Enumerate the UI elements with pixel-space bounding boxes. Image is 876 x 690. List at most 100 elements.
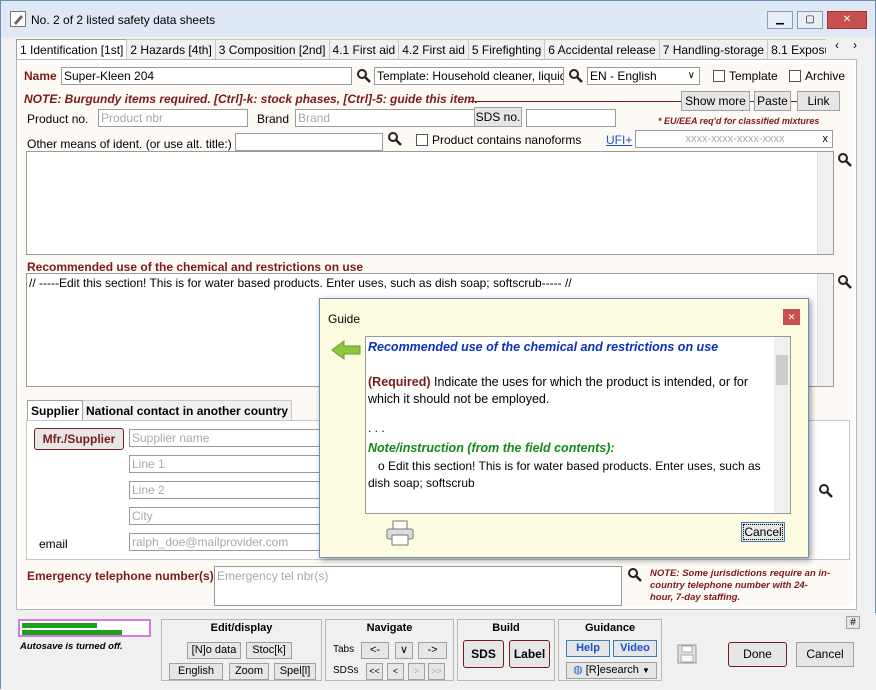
video-button[interactable]: Video <box>613 640 657 657</box>
supplier-zoom-icon[interactable] <box>818 483 834 499</box>
emergency-phone-label: Emergency telephone number(s) <box>27 569 214 583</box>
done-button[interactable]: Done <box>728 642 787 667</box>
minimize-button[interactable]: ▁ <box>767 11 793 29</box>
language-value: EN - English <box>590 69 657 83</box>
supplier-name-input[interactable]: Supplier name <box>129 429 324 447</box>
language-select[interactable]: EN - English ∨ <box>587 67 700 85</box>
paste-button[interactable]: Paste <box>754 91 791 111</box>
guide-scrollbar[interactable] <box>774 337 790 513</box>
tab-supplier[interactable]: Supplier <box>27 400 84 420</box>
chevron-down-icon: ∨ <box>687 70 695 81</box>
guide-content: Recommended use of the chemical and rest… <box>365 336 791 514</box>
research-label: [R]esearch <box>585 664 639 676</box>
template-checkbox[interactable] <box>713 70 725 82</box>
supplier-line1-input[interactable]: Line 1 <box>129 455 324 473</box>
name-zoom-icon[interactable] <box>356 68 372 84</box>
alt-titles-zoom-icon[interactable] <box>837 152 853 168</box>
brand-input[interactable]: Brand <box>295 109 485 127</box>
ufi-link[interactable]: UFI+ <box>606 133 632 147</box>
tab-6[interactable]: 5 Firefighting <box>467 39 546 59</box>
guidance-title: Guidance <box>584 622 636 634</box>
recommended-use-zoom-icon[interactable] <box>837 274 853 290</box>
sdss-nav-label: SDSs <box>333 665 359 676</box>
tab-1[interactable]: 1 Identification [1st] <box>16 39 128 59</box>
alt-titles-scrollbar[interactable] <box>817 152 833 254</box>
guide-cancel-button[interactable]: Cancel <box>741 522 785 542</box>
ufi-clear-button[interactable]: x <box>823 131 829 147</box>
back-arrow-icon[interactable] <box>330 339 362 361</box>
sds-no-button[interactable]: SDS no. <box>474 107 522 127</box>
bottom-toolbar: Autosave is turned off. Edit/display [N]… <box>1 613 876 690</box>
guide-note-heading: Note/instruction (from the field content… <box>368 441 615 455</box>
sds-prev-button[interactable]: < <box>387 663 404 680</box>
sds-last-button[interactable]: >> <box>428 663 445 680</box>
maximize-button[interactable]: ▢ <box>797 11 823 29</box>
guidance-group: Guidance Help Video ◍ [R]esearch ▼ <box>558 619 662 681</box>
tab-national-contact[interactable]: National contact in another country <box>82 400 293 420</box>
save-disk-icon[interactable] <box>677 644 697 664</box>
tab-3[interactable]: 3 Composition [2nd] <box>214 39 330 59</box>
research-button[interactable]: ◍ [R]esearch ▼ <box>566 662 657 679</box>
navigate-title: Navigate <box>366 622 413 634</box>
archive-checkbox[interactable] <box>789 70 801 82</box>
emergency-zoom-icon[interactable] <box>627 567 643 583</box>
guide-note-text: o Edit this section! This is for water b… <box>368 459 761 490</box>
help-button[interactable]: Help <box>566 640 610 657</box>
build-sds-button[interactable]: SDS <box>463 640 504 668</box>
tab-scroll-right-icon[interactable]: › <box>853 38 857 52</box>
english-button[interactable]: English <box>169 663 223 680</box>
email-input[interactable]: ralph_doe@mailprovider.com <box>129 533 324 551</box>
tab-down-button[interactable]: ∨ <box>395 642 413 659</box>
alt-titles-area[interactable] <box>26 151 834 255</box>
hash-button[interactable]: # <box>846 616 860 629</box>
main-window: No. 2 of 2 listed safety data sheets ▁ ▢… <box>0 0 876 690</box>
tab-2[interactable]: 2 Hazards [4th] <box>126 39 216 59</box>
guide-dialog: Guide ✕ Recommended use of the chemical … <box>319 298 809 558</box>
autosave-status: Autosave is turned off. <box>20 641 123 652</box>
supplier-tab-strip: Supplier National contact in another coun… <box>27 400 293 420</box>
tab-9[interactable]: 8.1 Exposu <box>767 39 826 59</box>
tab-prev-button[interactable]: <- <box>361 642 389 659</box>
tab-7[interactable]: 6 Accidental release <box>544 39 660 59</box>
close-button[interactable]: ✕ <box>827 11 867 29</box>
build-title: Build <box>492 622 520 634</box>
name-input[interactable]: Super-Kleen 204 <box>61 67 352 85</box>
mfr-supplier-button[interactable]: Mfr./Supplier <box>34 428 124 450</box>
no-data-button[interactable]: [N]o data <box>187 642 241 659</box>
tab-next-button[interactable]: -> <box>418 642 447 659</box>
cancel-button[interactable]: Cancel <box>796 642 854 667</box>
guide-heading: Recommended use of the chemical and rest… <box>368 340 719 354</box>
printer-icon[interactable] <box>385 519 415 547</box>
show-more-button[interactable]: Show more <box>681 91 750 111</box>
spell-button[interactable]: Spel[l] <box>274 663 316 680</box>
guide-ellipsis: . . . <box>368 421 385 435</box>
sds-first-button[interactable]: << <box>366 663 383 680</box>
product-no-input[interactable]: Product nbr <box>98 109 248 127</box>
emergency-phone-input[interactable]: Emergency tel nbr(s) <box>214 566 622 606</box>
tab-8[interactable]: 7 Handling-storage <box>658 39 769 59</box>
guide-close-button[interactable]: ✕ <box>783 309 800 325</box>
app-icon <box>10 11 26 27</box>
tab-scroll-left-icon[interactable]: ‹ <box>835 38 839 52</box>
tab-4[interactable]: 4.1 First aid <box>328 39 400 59</box>
template-zoom-icon[interactable] <box>568 68 584 84</box>
window-title: No. 2 of 2 listed safety data sheets <box>31 13 216 27</box>
stock-button[interactable]: Stoc[k] <box>246 642 292 659</box>
guide-scroll-thumb[interactable] <box>776 355 788 385</box>
alt-title-input[interactable] <box>235 133 383 151</box>
template-input[interactable]: Template: Household cleaner, liquid <box>374 67 564 85</box>
supplier-city-input[interactable]: City <box>129 507 324 525</box>
link-button[interactable]: Link <box>797 91 840 111</box>
name-label: Name <box>24 69 57 83</box>
sds-no-input[interactable] <box>526 109 616 127</box>
recommended-use-scrollbar[interactable] <box>817 274 833 386</box>
tab-5[interactable]: 4.2 First aid <box>398 39 469 59</box>
supplier-line2-input[interactable]: Line 2 <box>129 481 324 499</box>
ufi-input[interactable]: xxxx-xxxx-xxxx-xxxx x <box>635 130 833 148</box>
sds-next-button[interactable]: > <box>408 663 425 680</box>
brand-label: Brand <box>257 112 290 126</box>
nanoforms-checkbox[interactable] <box>416 134 428 146</box>
zoom-button[interactable]: Zoom <box>229 663 269 680</box>
build-label-button[interactable]: Label <box>509 640 550 668</box>
alt-title-zoom-icon[interactable] <box>387 131 403 147</box>
